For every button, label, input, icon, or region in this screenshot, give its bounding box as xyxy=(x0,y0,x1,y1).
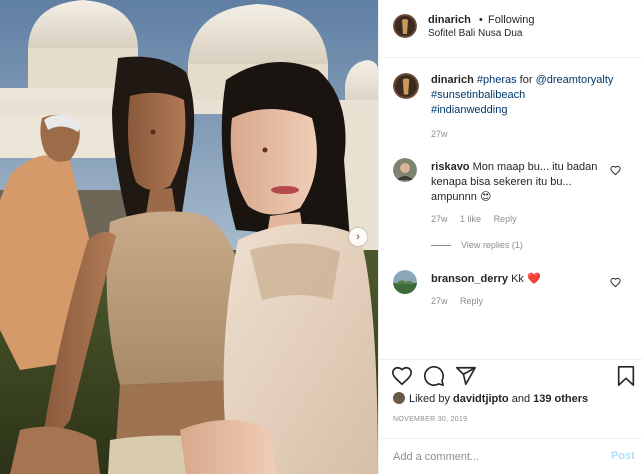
comment-time[interactable]: 27w xyxy=(431,296,448,306)
comment-meta: 27w 1 like Reply xyxy=(431,214,527,224)
comment-input[interactable] xyxy=(393,449,593,465)
carousel-next-button[interactable]: › xyxy=(349,228,367,246)
author-avatar[interactable] xyxy=(393,14,417,38)
comment-likes[interactable]: 1 like xyxy=(460,214,481,224)
comment-body: Kk xyxy=(511,273,524,285)
liker-avatar[interactable] xyxy=(393,392,405,404)
comment-text: riskavo Mon maap bu... itu badan kenapa … xyxy=(431,160,601,205)
bookmark-icon[interactable] xyxy=(615,365,637,387)
author-username[interactable]: dinarich xyxy=(428,14,471,26)
view-replies-label: View replies (1) xyxy=(461,240,523,250)
post-photo[interactable]: › xyxy=(0,0,378,474)
likes-others[interactable]: 139 others xyxy=(533,393,588,405)
comments-section: dinarich #pheras for @dreamtoryalty #sun… xyxy=(379,59,642,359)
hashtag-sunsetinbalibeach[interactable]: #sunsetinbalibeach xyxy=(431,89,525,101)
caption-time[interactable]: 27w xyxy=(431,129,448,139)
heart-icon[interactable] xyxy=(610,165,621,176)
separator-dot: • xyxy=(479,14,483,26)
caption-text: for xyxy=(516,74,536,86)
wedding-photo-illustration xyxy=(0,0,378,474)
emoji-heart: ❤️ xyxy=(527,273,541,285)
add-comment-bar: Post xyxy=(379,438,642,474)
likes-summary: Liked by davidtjipto and 139 others xyxy=(393,392,588,405)
comment-username[interactable]: riskavo xyxy=(431,161,470,173)
reply-button[interactable]: Reply xyxy=(460,296,483,306)
commenter-avatar[interactable] xyxy=(393,158,417,182)
comment-username[interactable]: branson_derry xyxy=(431,273,508,285)
post-caption: dinarich #pheras for @dreamtoryalty #sun… xyxy=(431,73,631,118)
emoji-heart-eyes: 😍 xyxy=(479,191,492,203)
reply-button[interactable]: Reply xyxy=(494,214,517,224)
following-button[interactable]: Following xyxy=(488,14,534,26)
view-replies-button[interactable]: View replies (1) xyxy=(431,240,523,250)
caption-username[interactable]: dinarich xyxy=(431,74,474,86)
divider xyxy=(431,245,451,247)
post-date[interactable]: NOVEMBER 30, 2019 xyxy=(393,416,467,423)
comment-text: branson_derry Kk ❤️ xyxy=(431,272,541,285)
share-icon[interactable] xyxy=(455,365,477,387)
commenter-avatar[interactable] xyxy=(393,270,417,294)
post-sidebar: dinarich • Following Sofitel Bali Nusa D… xyxy=(379,0,642,474)
post-header: dinarich • Following Sofitel Bali Nusa D… xyxy=(379,0,642,58)
heart-icon[interactable] xyxy=(610,277,621,288)
likes-prefix: Liked by xyxy=(409,393,450,405)
post-comment-button[interactable]: Post xyxy=(611,450,635,462)
post-actions: Liked by davidtjipto and 139 others NOVE… xyxy=(379,359,642,431)
post-location[interactable]: Sofitel Bali Nusa Dua xyxy=(428,28,523,39)
hashtag-pheras[interactable]: #pheras xyxy=(477,74,517,86)
heart-icon[interactable] xyxy=(391,365,413,387)
liker-username[interactable]: davidtjipto xyxy=(453,393,509,405)
comment-meta: 27w Reply xyxy=(431,296,493,306)
comment-icon[interactable] xyxy=(423,365,445,387)
mention-dreamtoryalty[interactable]: @dreamtoryalty xyxy=(536,74,614,86)
likes-and: and xyxy=(511,393,531,405)
caption-avatar[interactable] xyxy=(393,73,419,99)
caption-meta: 27w xyxy=(431,129,458,139)
chevron-right-icon: › xyxy=(356,230,360,243)
comment-time[interactable]: 27w xyxy=(431,214,448,224)
hashtag-indianwedding[interactable]: #indianwedding xyxy=(431,104,507,116)
